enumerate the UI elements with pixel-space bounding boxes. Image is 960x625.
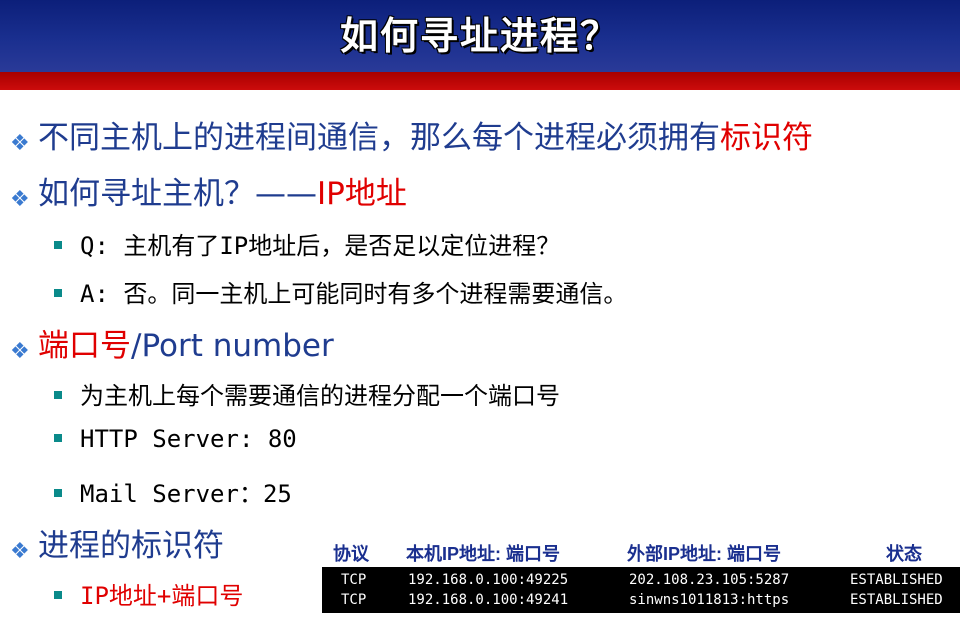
cell-local-address: 192.168.0.100:49241 [408, 592, 569, 608]
sub-bullet-port-assign: 为主机上每个需要通信的进程分配一个端口号 [54, 376, 560, 411]
bullet-process-identifier: ❖ 不同主机上的进程间通信，那么每个进程必须拥有标识符 [10, 112, 813, 157]
cell-local-address: 192.168.0.100:49225 [408, 572, 569, 588]
header-foreign-address: 外部IP地址: 端口号 [627, 544, 782, 564]
diamond-bullet-icon: ❖ [10, 339, 30, 364]
sub-bullet-ip-port: IP地址+端口号 [54, 576, 243, 611]
bullet-host-addressing: ❖ 如何寻址主机？——IP地址 [10, 168, 407, 213]
bullet-process-id: ❖ 进程的标识符 [10, 520, 224, 565]
title-stripe [0, 72, 960, 90]
bullet-text: 进程的标识符 [38, 528, 224, 564]
diamond-bullet-icon: ❖ [10, 539, 30, 564]
sub-bullet-text: 为主机上每个需要通信的进程分配一个端口号 [80, 382, 560, 410]
netstat-terminal: TCP 192.168.0.100:49225 202.108.23.105:5… [322, 567, 960, 613]
slide-title: 如何寻址进程？ [339, 14, 620, 58]
sub-bullet-mail: Mail Server：25 [54, 474, 292, 509]
diamond-bullet-icon: ❖ [10, 131, 30, 156]
square-bullet-icon [54, 289, 62, 297]
sub-bullet-text: Q: 主机有了IP地址后，是否足以定位进程？ [80, 232, 561, 260]
square-bullet-icon [54, 241, 62, 249]
square-bullet-icon [54, 391, 62, 399]
square-bullet-icon [54, 489, 62, 497]
sub-bullet-text: A: 否。同一主机上可能同时有多个进程需要通信。 [80, 280, 628, 308]
bullet-text: /Port number [131, 328, 334, 364]
cell-protocol: TCP [341, 572, 367, 588]
cell-state: ESTABLISHED [850, 592, 943, 608]
header-protocol: 协议 [333, 544, 369, 564]
bullet-highlight: 端口号 [38, 328, 131, 364]
sub-bullet-text: Mail Server：25 [80, 480, 292, 508]
sub-bullet-question: Q: 主机有了IP地址后，是否足以定位进程？ [54, 226, 560, 261]
sub-bullet-text: HTTP Server: 80 [80, 425, 297, 453]
bullet-port-number: ❖ 端口号/Port number [10, 320, 334, 365]
diamond-bullet-icon: ❖ [10, 187, 30, 212]
sub-bullet-http: HTTP Server: 80 [54, 425, 297, 453]
cell-protocol: TCP [341, 592, 367, 608]
header-local-address: 本机IP地址: 端口号 [406, 544, 561, 564]
cell-foreign-address: sinwns1011813:https [629, 592, 790, 608]
header-state: 状态 [886, 544, 922, 564]
bullet-highlight: 标识符 [720, 120, 813, 156]
square-bullet-icon [54, 434, 62, 442]
cell-foreign-address: 202.108.23.105:5287 [629, 572, 790, 588]
sub-bullet-answer: A: 否。同一主机上可能同时有多个进程需要通信。 [54, 274, 627, 309]
sub-bullet-text: IP地址+端口号 [80, 582, 244, 610]
cell-state: ESTABLISHED [850, 572, 943, 588]
bullet-text: 如何寻址主机？—— [38, 176, 317, 212]
bullet-text: 不同主机上的进程间通信，那么每个进程必须拥有 [38, 120, 720, 156]
square-bullet-icon [54, 591, 62, 599]
bullet-highlight: IP地址 [317, 176, 407, 212]
